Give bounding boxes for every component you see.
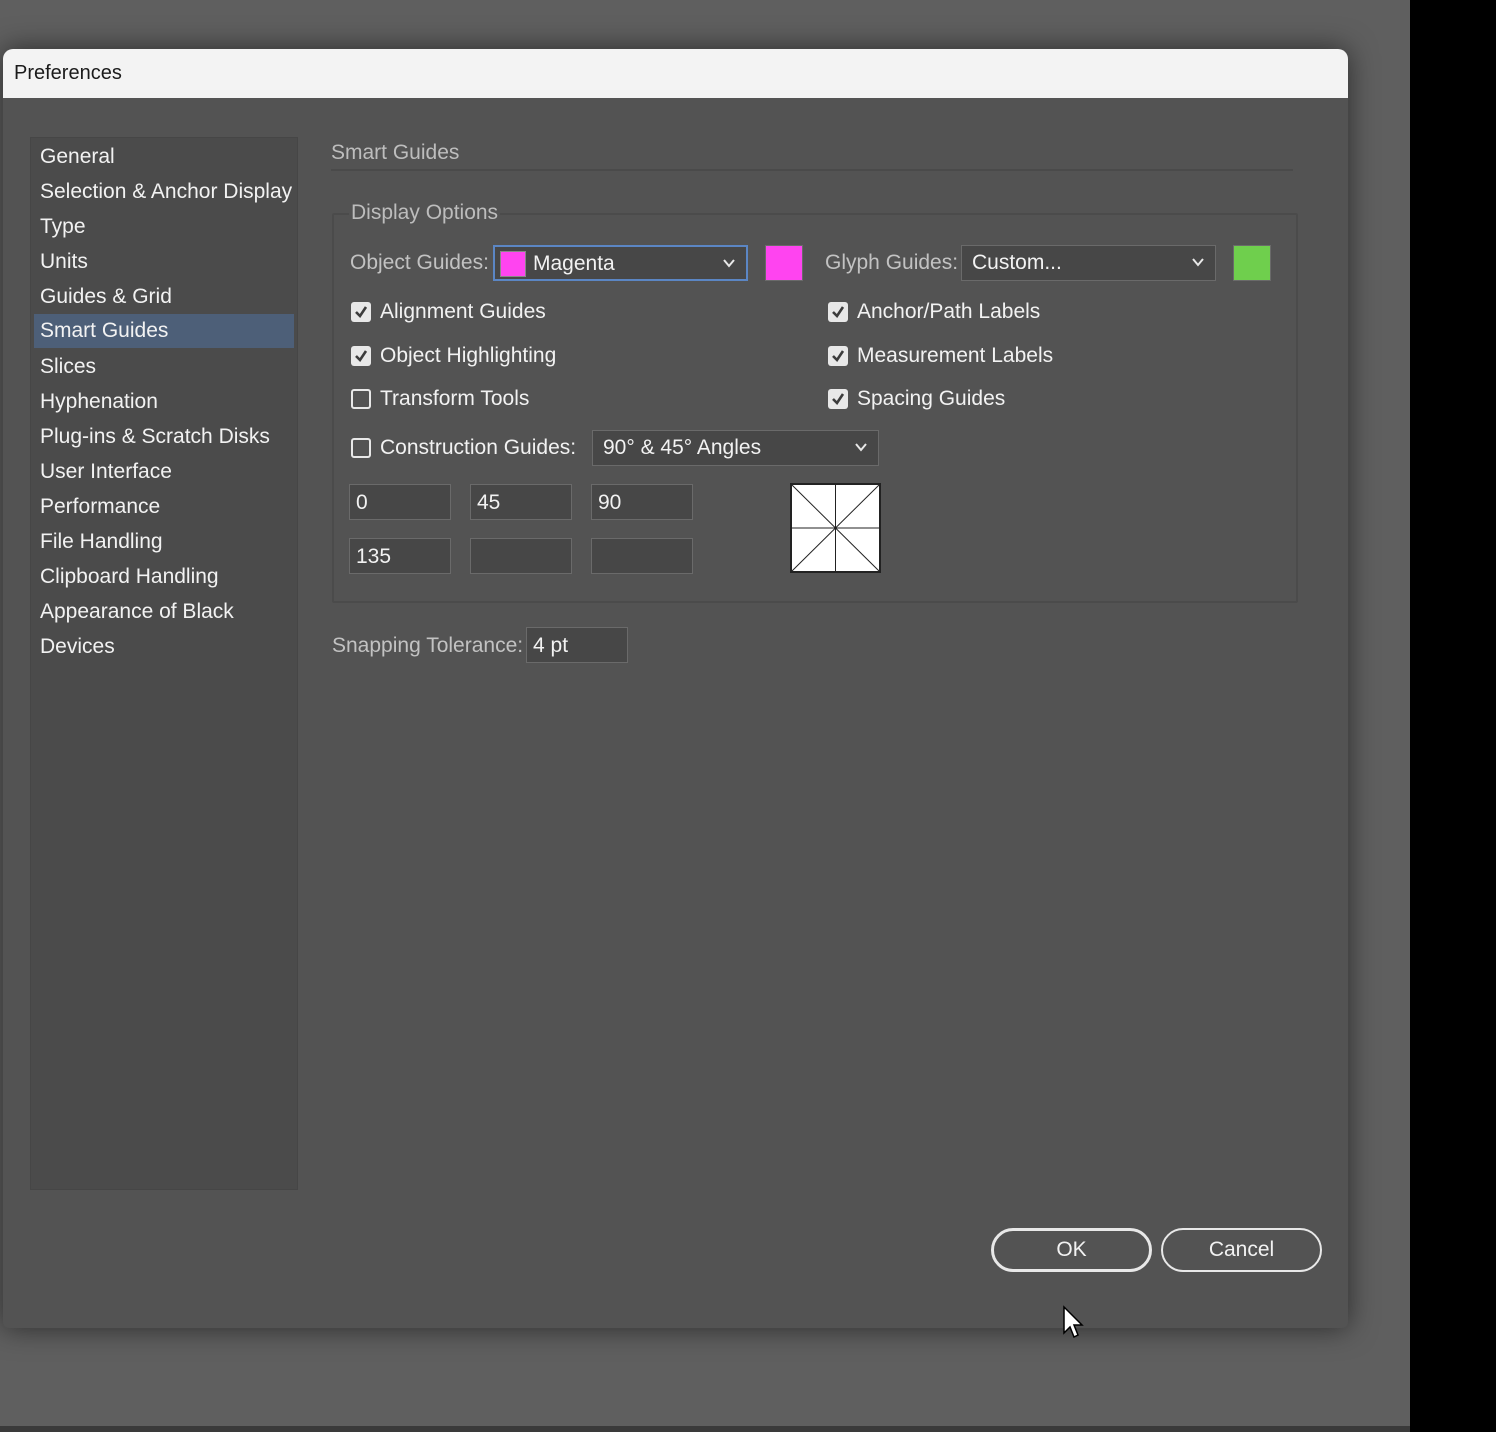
glyph-guides-color-swatch[interactable] [1233, 245, 1271, 281]
sidebar-item-label: General [40, 145, 115, 168]
preferences-dialog: Preferences General Selection & Anchor D… [3, 49, 1348, 1328]
ok-button[interactable]: OK [991, 1228, 1152, 1272]
sidebar-item-label: Clipboard Handling [40, 565, 219, 588]
chevron-down-icon [855, 443, 867, 452]
object-guides-color-chip [500, 251, 526, 277]
angle-field-4[interactable]: 135 [349, 538, 451, 574]
spacing-guides-checkbox[interactable] [828, 389, 848, 409]
glyph-guides-dropdown[interactable]: Custom... [961, 245, 1216, 281]
object-guides-dropdown[interactable]: Magenta [493, 245, 748, 281]
sidebar-item-devices[interactable]: Devices [34, 630, 294, 664]
panel-title-divider [331, 169, 1293, 171]
angle-field-5[interactable] [470, 538, 572, 574]
angle-value: 135 [356, 545, 392, 568]
transform-tools-checkbox[interactable] [351, 389, 371, 409]
sidebar-item-plugins-scratch-disks[interactable]: Plug-ins & Scratch Disks [34, 420, 294, 454]
glyph-guides-label: Glyph Guides: [825, 251, 959, 274]
sidebar-item-guides-grid[interactable]: Guides & Grid [34, 280, 294, 314]
angle-value: 45 [477, 491, 501, 514]
sidebar-item-label: Type [40, 215, 86, 238]
measurement-labels-label: Measurement Labels [857, 344, 1054, 367]
angle-value: 90 [598, 491, 622, 514]
sidebar-item-performance[interactable]: Performance [34, 490, 294, 524]
snapping-tolerance-field[interactable]: 4 pt [526, 627, 628, 663]
checkmark-icon [832, 350, 845, 363]
angle-field-2[interactable]: 45 [470, 484, 572, 520]
sidebar-item-type[interactable]: Type [34, 210, 294, 244]
preferences-sidebar: General Selection & Anchor Display Type … [30, 137, 298, 1190]
object-highlighting-checkbox[interactable] [351, 346, 371, 366]
measurement-labels-checkbox[interactable] [828, 346, 848, 366]
sidebar-item-label: Units [40, 250, 88, 273]
sidebar-item-label: Hyphenation [40, 390, 158, 413]
snapping-tolerance-value: 4 pt [533, 634, 569, 657]
checkmark-icon [832, 306, 845, 319]
sidebar-item-label: Slices [40, 355, 97, 378]
angle-field-6[interactable] [591, 538, 693, 574]
sidebar-item-user-interface[interactable]: User Interface [34, 455, 294, 489]
sidebar-item-clipboard-handling[interactable]: Clipboard Handling [34, 560, 294, 594]
object-guides-label: Object Guides: [350, 251, 489, 274]
sidebar-item-label: Plug-ins & Scratch Disks [40, 425, 270, 448]
chevron-down-icon [723, 259, 735, 268]
checkmark-icon [832, 393, 845, 406]
background-black-area [1410, 0, 1496, 1432]
angle-preview [790, 483, 881, 573]
sidebar-item-appearance-of-black[interactable]: Appearance of Black [34, 595, 294, 629]
construction-guides-label: Construction Guides: [380, 436, 577, 459]
angle-field-1[interactable]: 0 [349, 484, 451, 520]
object-highlighting-label: Object Highlighting [380, 344, 557, 367]
window-title: Preferences [14, 62, 122, 84]
sidebar-item-slices[interactable]: Slices [34, 350, 294, 384]
sidebar-item-general[interactable]: General [34, 140, 294, 174]
sidebar-item-label: User Interface [40, 460, 172, 483]
sidebar-item-label: Performance [40, 495, 161, 518]
background-bottom-strip [0, 1426, 1410, 1432]
sidebar-item-label: File Handling [40, 530, 163, 553]
construction-guides-value: 90° & 45° Angles [603, 436, 762, 459]
checkmark-icon [355, 306, 368, 319]
glyph-guides-value: Custom... [972, 251, 1062, 274]
sidebar-item-file-handling[interactable]: File Handling [34, 525, 294, 559]
angles-preview-graphic [791, 484, 880, 572]
sidebar-item-units[interactable]: Units [34, 245, 294, 279]
object-guides-color-swatch[interactable] [765, 245, 803, 281]
chevron-down-icon [1192, 258, 1204, 267]
snapping-tolerance-label: Snapping Tolerance: [332, 634, 524, 657]
sidebar-item-label: Selection & Anchor Display [40, 180, 293, 203]
object-guides-value: Magenta [533, 252, 615, 275]
sidebar-item-label: Smart Guides [40, 319, 169, 342]
construction-guides-checkbox[interactable] [351, 438, 371, 458]
sidebar-item-selection-anchor-display[interactable]: Selection & Anchor Display [34, 175, 294, 209]
sidebar-item-label: Appearance of Black [40, 600, 234, 623]
transform-tools-label: Transform Tools [380, 387, 530, 410]
mouse-cursor-icon [1063, 1305, 1084, 1339]
sidebar-item-hyphenation[interactable]: Hyphenation [34, 385, 294, 419]
sidebar-item-label: Guides & Grid [40, 285, 172, 308]
title-bar[interactable]: Preferences [3, 49, 1348, 98]
sidebar-item-smart-guides[interactable]: Smart Guides [34, 314, 294, 348]
display-options-title: Display Options [349, 201, 501, 225]
construction-guides-dropdown[interactable]: 90° & 45° Angles [592, 430, 879, 466]
angle-value: 0 [356, 491, 368, 514]
panel-title: Smart Guides [331, 141, 460, 164]
alignment-guides-label: Alignment Guides [380, 300, 546, 323]
checkmark-icon [355, 350, 368, 363]
spacing-guides-label: Spacing Guides [857, 387, 1006, 410]
cancel-button[interactable]: Cancel [1161, 1228, 1322, 1272]
anchor-path-labels-checkbox[interactable] [828, 302, 848, 322]
angle-field-3[interactable]: 90 [591, 484, 693, 520]
anchor-path-labels-label: Anchor/Path Labels [857, 300, 1041, 323]
sidebar-item-label: Devices [40, 635, 115, 658]
alignment-guides-checkbox[interactable] [351, 302, 371, 322]
